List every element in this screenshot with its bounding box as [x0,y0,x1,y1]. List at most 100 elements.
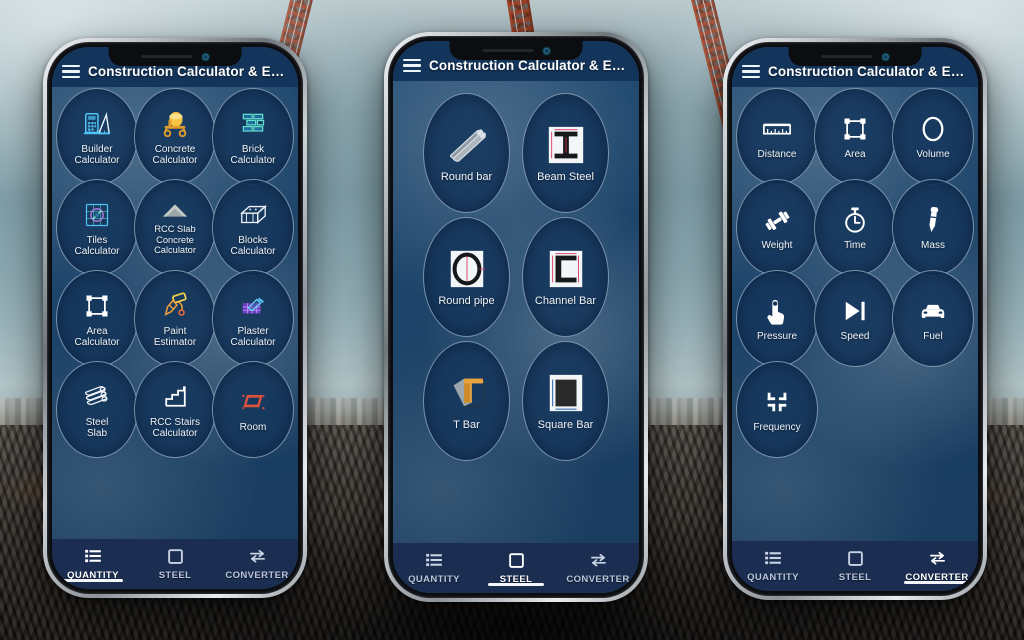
grid-item-t-bar[interactable]: T Bar [423,341,510,461]
steel-content-area: Round bar Beam Steel Round pipe Channel … [393,81,639,543]
grid-item-label: Time [844,240,866,252]
nav-tab-converter[interactable]: CONVERTER [557,552,639,589]
grid-item-frequency[interactable]: Frequency [736,361,818,458]
home-indicator [63,579,123,582]
nav-tab-quantity[interactable]: QUANTITY [393,552,475,589]
front-camera-icon [882,53,889,60]
grid-item-plaster-calculator[interactable]: Plaster Calculator [212,270,294,367]
phone-screen-converter: Construction Calculator & Esti... Distan… [732,47,978,591]
grid-item-mass[interactable]: Mass [892,179,974,276]
t-bar-icon [445,370,489,416]
grid-item-paint-estimator[interactable]: Paint Estimator [134,270,216,367]
paint-roller-icon [160,289,190,323]
page-title: Construction Calculator & Esti... [429,58,631,73]
i-beam-icon [544,122,588,168]
phone-notch [788,47,922,66]
earpiece-speaker [482,49,534,52]
builder-calculator-icon [82,107,112,141]
grid-item-label: Fuel [923,331,943,343]
grid-item-round-pipe[interactable]: Round pipe [423,217,510,337]
hamburger-menu-icon[interactable] [742,64,760,79]
round-bar-icon [445,122,489,168]
grid-item-pressure[interactable]: Pressure [736,270,818,367]
grid-item-label: T Bar [453,419,480,431]
car-icon [918,294,948,328]
nav-tab-converter[interactable]: CONVERTER [896,550,978,587]
nav-tab-steel[interactable]: STEEL [814,550,896,587]
grid-item-rcc-slab-concrete-calculator[interactable]: RCC Slab Concrete Calculator [134,179,216,276]
grid-item-weight[interactable]: Weight [736,179,818,276]
front-camera-icon [202,53,209,60]
nav-tab-label: STEEL [158,570,192,581]
grid-item-round-bar[interactable]: Round bar [423,93,510,213]
stopwatch-icon [842,203,868,237]
grid-item-label: RCC Slab Concrete Calculator [154,224,196,256]
grid-item-steel-slab[interactable]: Steel Slab [56,361,138,458]
steel-grid: Round bar Beam Steel Round pipe Channel … [393,81,639,463]
bottom-navigation-quantity: QUANTITY STEEL CONVERTER [52,539,298,589]
ruler-icon [762,112,792,146]
room-icon [239,385,267,419]
nav-tab-quantity[interactable]: QUANTITY [52,548,134,585]
swap-arrows-icon [249,548,266,564]
list-icon [765,550,781,566]
grid-item-square-bar[interactable]: Square Bar [522,341,609,461]
grid-item-tiles-calculator[interactable]: Tiles Calculator [56,179,138,276]
grid-item-rcc-stairs-calculator[interactable]: RCC Stairs Calculator [134,361,216,458]
nav-tab-steel[interactable]: STEEL [475,552,557,589]
tiles-icon [83,198,111,232]
area-square-icon [83,289,111,323]
grid-item-channel-bar[interactable]: Channel Bar [522,217,609,337]
grid-item-label: Brick Calculator [230,143,276,167]
page-title: Construction Calculator & Esti... [768,64,970,79]
phone-mockup-quantity: Construction Calculator & Esti... Builde… [43,38,307,598]
converter-grid: Distance Area Volume Weight Time Mass Pr… [732,87,978,458]
grid-item-label: Concrete Calculator [152,143,198,167]
home-indicator [488,583,544,586]
swap-arrows-icon [929,550,946,566]
grid-item-fuel[interactable]: Fuel [892,270,974,367]
nav-tab-converter[interactable]: CONVERTER [216,548,298,585]
grid-item-area-calculator[interactable]: Area Calculator [56,270,138,367]
phone-screen-steel: Construction Calculator & Esti... Round … [393,41,639,593]
grid-item-distance[interactable]: Distance [736,88,818,185]
nav-tab-label: QUANTITY [747,572,799,583]
square-bar-icon [544,370,588,416]
grid-item-label: Square Bar [537,419,594,431]
grid-item-time[interactable]: Time [814,179,896,276]
grid-item-label: Blocks Calculator [230,234,276,258]
dumbbell-icon [762,203,792,237]
grid-item-label: Area Calculator [74,325,120,349]
grid-item-room[interactable]: Room [212,361,294,458]
tap-hand-icon [764,294,790,328]
grid-item-label: Tiles Calculator [74,234,120,258]
area-square-icon [841,112,869,146]
round-pipe-icon [445,246,489,292]
grid-item-volume[interactable]: Volume [892,88,974,185]
hamburger-menu-icon[interactable] [62,64,80,79]
nav-tab-quantity[interactable]: QUANTITY [732,550,814,587]
nav-tab-label: CONVERTER [225,570,289,581]
grid-item-brick-calculator[interactable]: Brick Calculator [212,88,294,185]
home-indicator [904,581,970,584]
circle-outline-icon [920,112,946,146]
hamburger-menu-icon[interactable] [403,58,421,73]
phone-notch [108,47,242,66]
phone-bezel-inner: Construction Calculator & Esti... [727,42,983,596]
converter-content-area: Distance Area Volume Weight Time Mass Pr… [732,87,978,541]
grid-item-concrete-calculator[interactable]: Concrete Calculator [134,88,216,185]
grid-item-label: Distance [757,149,797,161]
grid-item-label: Steel Slab [85,416,109,440]
dropper-icon [920,203,946,237]
grid-item-speed[interactable]: Speed [814,270,896,367]
grid-item-label: Paint Estimator [153,325,197,349]
page-title: Construction Calculator & Esti... [88,64,290,79]
grid-item-area[interactable]: Area [814,88,896,185]
phone-mockup-steel: Construction Calculator & Esti... Round … [384,32,648,602]
nav-tab-steel[interactable]: STEEL [134,548,216,585]
grid-item-builder-calculator[interactable]: Builder Calculator [56,88,138,185]
front-camera-icon [543,47,550,54]
grid-item-beam-steel[interactable]: Beam Steel [522,93,609,213]
grid-item-blocks-calculator[interactable]: Blocks Calculator [212,179,294,276]
grid-item-label: Round bar [440,171,493,183]
